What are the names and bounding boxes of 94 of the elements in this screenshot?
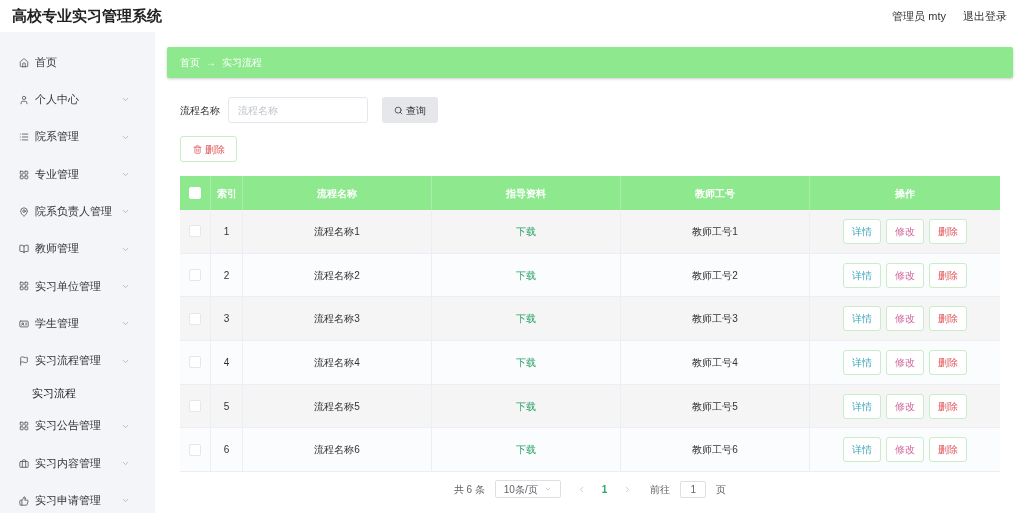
detail-button[interactable]: 详情 (843, 262, 881, 288)
sidebar-subitem[interactable]: 实习流程 (0, 379, 155, 408)
page-number[interactable]: 1 (595, 481, 614, 497)
sidebar-item[interactable]: 实习申请管理 (0, 482, 155, 513)
search-button[interactable]: 查询 (382, 97, 438, 123)
grid-icon (19, 169, 29, 180)
table-cell-text: 教师工号6 (692, 443, 738, 458)
page-input[interactable]: 1 (680, 480, 707, 498)
edit-button[interactable]: 修改 (886, 218, 924, 244)
download-link[interactable]: 下载 (516, 398, 536, 414)
detail-button[interactable]: 详情 (843, 218, 881, 244)
grid-icon (19, 281, 29, 292)
table-cell-text: 流程名称4 (314, 355, 360, 370)
delete-button[interactable]: 删除 (929, 306, 967, 332)
delete-button[interactable]: 删除 (929, 262, 967, 288)
table-cell-text: 教师工号3 (692, 312, 738, 327)
sidebar-item[interactable]: 实习内容管理 (0, 444, 155, 483)
download-link[interactable]: 下载 (516, 311, 536, 327)
sidebar-item[interactable]: 实习单位管理 (0, 267, 155, 306)
flag-icon (19, 356, 29, 366)
checkbox[interactable] (189, 356, 201, 369)
delete-button[interactable]: 删除 (929, 349, 967, 375)
trash-icon (192, 144, 202, 154)
search-icon (394, 105, 403, 115)
detail-button[interactable]: 详情 (843, 393, 881, 419)
page-size-select[interactable]: 10条/页 (494, 480, 561, 499)
breadcrumb-separator: → (206, 56, 216, 70)
table-cell-text: 教师工号1 (692, 224, 738, 239)
table-cell-text: 流程名称5 (314, 399, 360, 414)
table-cell-text: 2 (223, 268, 230, 283)
column-header: 流程名称 (317, 186, 357, 201)
pin-icon (19, 206, 29, 217)
column-header: 操作 (895, 186, 915, 201)
edit-button[interactable]: 修改 (886, 393, 924, 419)
user-name: 管理员 mty (892, 8, 946, 24)
download-link[interactable]: 下载 (516, 223, 536, 239)
table-cell-text: 流程名称1 (314, 224, 360, 239)
thumbs-up-icon (19, 495, 29, 506)
table-cell-text: 流程名称3 (314, 312, 360, 327)
detail-button[interactable]: 详情 (843, 437, 881, 463)
checkbox[interactable] (189, 443, 201, 456)
sidebar-item[interactable]: 学生管理 (0, 305, 155, 343)
detail-button[interactable]: 详情 (843, 306, 881, 332)
table-cell-text: 流程名称6 (314, 443, 360, 458)
table-cell-text: 流程名称2 (314, 268, 360, 283)
edit-button[interactable]: 修改 (886, 349, 924, 375)
total-count: 共 6 条 (453, 482, 485, 497)
sidebar-item[interactable]: 首页 (0, 44, 155, 82)
book-icon (19, 244, 29, 255)
sidebar-item[interactable]: 院系管理 (0, 118, 155, 156)
checkbox[interactable] (189, 312, 201, 325)
checkbox[interactable] (189, 400, 201, 413)
detail-button[interactable]: 详情 (843, 349, 881, 375)
table-cell-text: 4 (223, 355, 230, 370)
edit-button[interactable]: 修改 (886, 437, 924, 463)
user-icon (19, 94, 29, 105)
download-link[interactable]: 下载 (516, 442, 536, 458)
table-cell-text: 教师工号4 (692, 355, 738, 370)
home-icon (19, 57, 29, 68)
checkbox[interactable] (189, 269, 201, 282)
download-link[interactable]: 下载 (516, 267, 536, 283)
delete-button[interactable]: 删除 (180, 136, 237, 162)
sidebar-item[interactable]: 个人中心 (0, 81, 155, 119)
sidebar-item[interactable]: 实习公告管理 (0, 407, 155, 445)
download-link[interactable]: 下载 (516, 354, 536, 370)
sidebar-item[interactable]: 实习流程管理 (0, 342, 155, 380)
edit-button[interactable]: 修改 (886, 306, 924, 332)
sidebar-item[interactable]: 院系负责人管理 (0, 193, 155, 231)
breadcrumb-item: 实习流程 (222, 56, 262, 70)
goto-label: 前往 (650, 482, 671, 497)
edit-button[interactable]: 修改 (886, 262, 924, 288)
delete-button[interactable]: 删除 (929, 218, 967, 244)
sidebar-item[interactable]: 教师管理 (0, 230, 155, 268)
table-cell-text: 教师工号5 (692, 399, 738, 414)
delete-button[interactable]: 删除 (929, 393, 967, 419)
table-cell-text: 5 (223, 399, 230, 414)
checkbox[interactable] (189, 225, 201, 238)
grid-icon (19, 421, 29, 432)
table-cell-text: 3 (223, 312, 230, 327)
table-cell-text: 1 (223, 224, 230, 239)
app-title: 高校专业实习管理系统 (12, 5, 162, 26)
goto-suffix: 页 (716, 482, 727, 497)
logout-link[interactable]: 退出登录 (963, 7, 1007, 25)
search-label: 流程名称 (180, 103, 220, 118)
list-icon (19, 132, 29, 143)
column-header: 教师工号 (695, 186, 735, 201)
table-cell-text: 教师工号2 (692, 268, 738, 283)
sidebar-item[interactable]: 专业管理 (0, 155, 155, 194)
column-header: 索引 (216, 186, 237, 201)
card-icon (19, 318, 29, 329)
briefcase-icon (19, 458, 29, 469)
column-header: 指导资料 (506, 186, 546, 201)
delete-button[interactable]: 删除 (929, 437, 967, 463)
table-cell-text: 6 (223, 443, 230, 458)
